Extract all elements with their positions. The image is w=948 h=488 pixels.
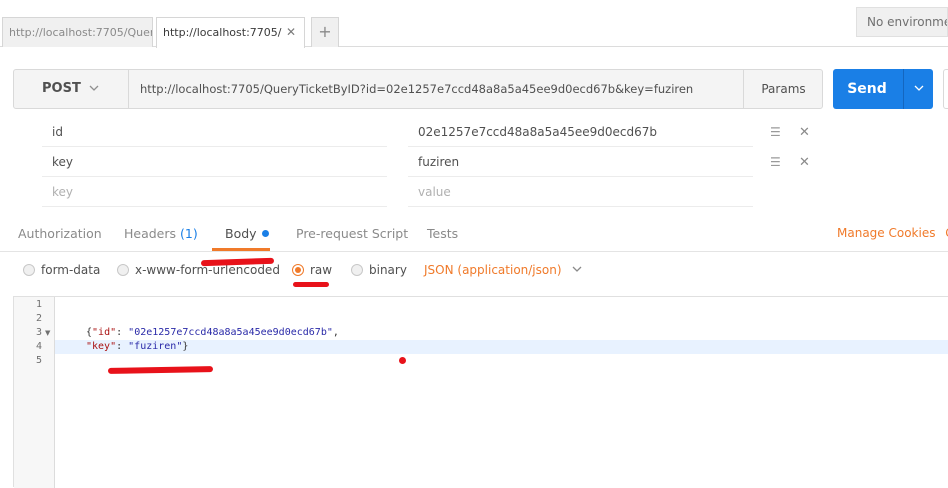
request-tab-1[interactable]: http://localhost:7705/QueryTi bbox=[2, 17, 153, 47]
json-comma: , bbox=[332, 327, 339, 338]
send-button[interactable]: Send bbox=[833, 69, 933, 109]
request-url-bar: POST http://localhost:7705/QueryTicketBy… bbox=[13, 69, 823, 109]
json-key: "key" bbox=[86, 341, 117, 352]
annotation-dot bbox=[399, 357, 406, 364]
line-number: 1 bbox=[35, 299, 42, 310]
send-label: Send bbox=[847, 81, 887, 97]
json-value: "fuziren" bbox=[128, 341, 183, 352]
annotation-underline-raw bbox=[293, 282, 329, 287]
active-tab-indicator bbox=[212, 248, 270, 251]
radio-form-data[interactable] bbox=[23, 264, 35, 276]
label-raw[interactable]: raw bbox=[310, 263, 332, 277]
line-number: 2 bbox=[35, 313, 42, 324]
chevron-down-icon[interactable] bbox=[904, 69, 933, 109]
new-tab-button[interactable]: + bbox=[311, 17, 339, 47]
param-key-placeholder[interactable]: key bbox=[42, 178, 387, 207]
tab-headers[interactable]: Headers (1) bbox=[124, 218, 198, 251]
line-number-gutter: 1 2 3 ▼ 4 5 bbox=[14, 297, 55, 488]
chevron-down-icon bbox=[571, 263, 583, 277]
manage-cookies-link[interactable]: Manage Cookies G bbox=[837, 226, 948, 240]
content-type-label: JSON (application/json) bbox=[424, 263, 562, 277]
chevron-down-icon bbox=[88, 70, 100, 108]
param-key[interactable]: key bbox=[42, 148, 387, 177]
body-editor[interactable]: 1 2 3 ▼ 4 5 {"id": "02e1257e7ccd48a8a5a4… bbox=[13, 296, 948, 488]
json-colon: : bbox=[116, 341, 129, 352]
drag-handle-icon[interactable]: ☰ bbox=[770, 148, 781, 177]
tab-body-label: Body bbox=[225, 226, 257, 241]
tab-authorization[interactable]: Authorization bbox=[18, 218, 102, 251]
close-icon[interactable]: ✕ bbox=[799, 118, 810, 147]
param-value[interactable]: fuziren bbox=[408, 148, 753, 177]
drag-handle-icon[interactable]: ☰ bbox=[770, 118, 781, 147]
line-number: 5 bbox=[35, 355, 42, 366]
request-tab-1-title: http://localhost:7705/QueryTi bbox=[9, 26, 152, 39]
param-value-placeholder[interactable]: value bbox=[408, 178, 753, 207]
save-button[interactable] bbox=[943, 69, 948, 109]
url-input[interactable]: http://localhost:7705/QueryTicketByID?id… bbox=[130, 70, 742, 108]
tab-strip: http://localhost:7705/QueryTi http://loc… bbox=[0, 0, 948, 48]
brace-close: } bbox=[182, 341, 189, 352]
radio-urlencoded[interactable] bbox=[117, 264, 129, 276]
label-form-data[interactable]: form-data bbox=[41, 263, 100, 277]
body-mode-selector: form-data x-www-form-urlencoded raw bina… bbox=[22, 259, 922, 285]
radio-binary[interactable] bbox=[351, 264, 363, 276]
json-colon: : bbox=[116, 327, 129, 338]
code-line-4: "key": "fuziren"} bbox=[86, 340, 188, 354]
tab-body[interactable]: Body bbox=[225, 218, 269, 251]
params-button[interactable]: Params bbox=[743, 70, 823, 108]
close-icon[interactable]: ✕ bbox=[799, 148, 810, 177]
body-indicator-dot bbox=[261, 230, 269, 237]
param-row: key fuziren ☰ ✕ bbox=[42, 148, 822, 178]
request-tabs: Authorization Headers (1) Body Pre-reque… bbox=[0, 218, 948, 252]
manage-cookies-label: Manage Cookies bbox=[837, 226, 936, 240]
request-tab-2[interactable]: http://localhost:7705/ ✕ bbox=[156, 17, 305, 48]
param-key[interactable]: id bbox=[42, 118, 387, 147]
close-icon[interactable]: ✕ bbox=[286, 18, 296, 47]
fold-arrow-icon[interactable]: ▼ bbox=[45, 326, 50, 340]
tab-tests[interactable]: Tests bbox=[427, 218, 458, 251]
request-tab-2-title: http://localhost:7705/ bbox=[163, 26, 282, 39]
json-key: "id" bbox=[92, 327, 117, 338]
json-value: "02e1257e7ccd48a8a5a45ee9d0ecd67b" bbox=[128, 327, 333, 338]
environment-select[interactable]: No environment bbox=[856, 7, 948, 37]
line-number: 3 bbox=[35, 327, 42, 338]
headers-count: (1) bbox=[180, 226, 198, 241]
code-line-3: {"id": "02e1257e7ccd48a8a5a45ee9d0ecd67b… bbox=[86, 326, 339, 340]
param-value[interactable]: 02e1257e7ccd48a8a5a45ee9d0ecd67b bbox=[408, 118, 753, 147]
label-binary[interactable]: binary bbox=[369, 263, 407, 277]
line-number: 4 bbox=[35, 341, 42, 352]
method-select[interactable]: POST bbox=[14, 70, 129, 108]
tab-headers-label: Headers bbox=[124, 226, 177, 241]
tab-prerequest-script[interactable]: Pre-request Script bbox=[296, 218, 408, 251]
radio-raw[interactable] bbox=[292, 264, 304, 276]
param-row-new: key value bbox=[42, 178, 822, 208]
content-type-select[interactable]: JSON (application/json) bbox=[424, 263, 583, 277]
param-row: id 02e1257e7ccd48a8a5a45ee9d0ecd67b ☰ ✕ bbox=[42, 118, 822, 148]
method-label: POST bbox=[42, 81, 81, 96]
